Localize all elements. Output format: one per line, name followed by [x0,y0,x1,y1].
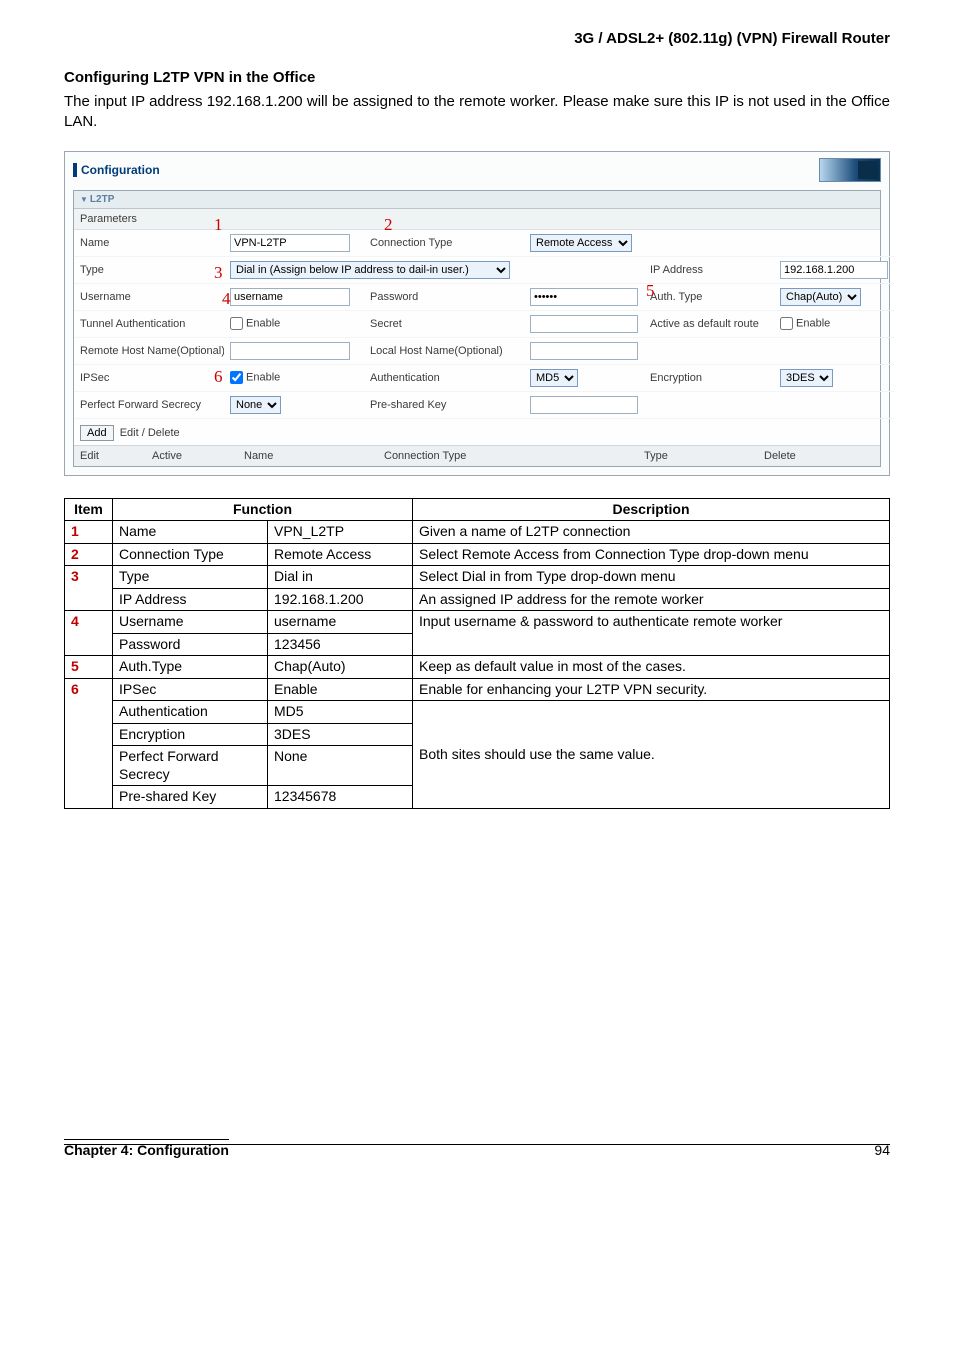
func-enc: Encryption [113,723,268,746]
item-6: 6 [65,678,113,808]
item-2: 2 [65,543,113,566]
desc-ipsec: Enable for enhancing your L2TP VPN secur… [413,678,890,701]
l2tp-section-header[interactable]: L2TP [74,191,880,209]
conn-type-select[interactable]: Remote Access [530,234,632,252]
item-5: 5 [65,656,113,679]
func-psk: Pre-shared Key [113,786,268,809]
username-label: Username [74,283,224,310]
func-conn-val: Remote Access [268,543,413,566]
description-table: Item Function Description 1 Name VPN_L2T… [64,498,890,809]
authtype-select[interactable]: Chap(Auto) [780,288,861,306]
edit-delete-label: Edit / Delete [120,427,180,439]
desc-ip: An assigned IP address for the remote wo… [413,588,890,611]
remote-host-input[interactable] [230,342,350,360]
func-authn-val: MD5 [268,701,413,724]
tunnel-auth-enable-text: Enable [246,317,280,329]
func-conn: Connection Type [113,543,268,566]
func-pass: Password [113,633,268,656]
func-name: Name [113,521,268,544]
encryption-select[interactable]: 3DES [780,369,833,387]
parameters-label: Parameters [74,209,880,230]
secret-input[interactable] [530,315,638,333]
col-type: Type [638,446,758,466]
authtype-label: Auth. Type [644,283,774,310]
col-function: Function [113,498,413,521]
ipsec-enable-text: Enable [246,371,280,383]
desc-user: Input username & password to authenticat… [413,611,890,656]
psk-input[interactable] [530,396,638,414]
func-pfs: Perfect Forward Secrecy [113,746,268,786]
document-title: 3G / ADSL2+ (802.11g) (VPN) Firewall Rou… [64,30,890,47]
type-label: Type [74,256,224,283]
conn-type-label: Connection Type [364,230,524,257]
config-form-table: Name Connection Type Remote Access Type … [74,230,894,419]
item-1: 1 [65,521,113,544]
func-authn: Authentication [113,701,268,724]
password-label: Password [364,283,524,310]
func-user: Username [113,611,268,634]
func-auth: Auth.Type [113,656,268,679]
func-ip: IP Address [113,588,268,611]
col-conn: Connection Type [378,446,638,466]
func-pass-val: 123456 [268,633,413,656]
authn-label: Authentication [364,364,524,391]
brand-logo [819,158,881,182]
name-input[interactable] [230,234,350,252]
type-select[interactable]: Dial in (Assign below IP address to dail… [230,261,510,279]
col-edit: Edit [74,446,146,466]
encryption-label: Encryption [644,364,774,391]
func-auth-val: Chap(Auto) [268,656,413,679]
ipsec-checkbox[interactable] [230,371,243,384]
pfs-select[interactable]: None [230,396,281,414]
remote-host-label: Remote Host Name(Optional) [74,337,224,364]
footer-page-number: 94 [874,1142,890,1158]
func-ipsec-val: Enable [268,678,413,701]
ip-label: IP Address [644,256,774,283]
pfs-label: Perfect Forward Secrecy [74,391,224,418]
password-input[interactable] [530,288,638,306]
username-input[interactable] [230,288,350,306]
default-route-enable-text: Enable [796,317,830,329]
desc-same-value: Both sites should use the same value. [413,701,890,809]
func-type-val: Dial in [268,566,413,589]
func-user-val: username [268,611,413,634]
default-route-checkbox[interactable] [780,317,793,330]
item-4: 4 [65,611,113,656]
desc-conn: Select Remote Access from Connection Typ… [413,543,890,566]
func-psk-val: 12345678 [268,786,413,809]
func-enc-val: 3DES [268,723,413,746]
func-name-val: VPN_L2TP [268,521,413,544]
func-pfs-val: None [268,746,413,786]
tunnel-auth-checkbox[interactable] [230,317,243,330]
default-route-label: Active as default route [644,310,774,337]
name-label: Name [74,230,224,257]
col-name: Name [238,446,378,466]
psk-label: Pre-shared Key [364,391,524,418]
item-3: 3 [65,566,113,611]
config-screenshot: Configuration L2TP Parameters 1 2 3 4 5 … [64,151,890,476]
config-title: Configuration [73,163,160,177]
authn-select[interactable]: MD5 [530,369,578,387]
ipsec-label: IPSec [74,364,224,391]
ip-input[interactable] [780,261,888,279]
desc-type: Select Dial in from Type drop-down menu [413,566,890,589]
desc-name: Given a name of L2TP connection [413,521,890,544]
func-type: Type [113,566,268,589]
local-host-label: Local Host Name(Optional) [364,337,524,364]
add-button[interactable]: Add [80,425,114,441]
list-header-row: Edit Active Name Connection Type Type De… [74,445,880,466]
desc-auth: Keep as default value in most of the cas… [413,656,890,679]
func-ipsec: IPSec [113,678,268,701]
tunnel-auth-label: Tunnel Authentication [74,310,224,337]
col-active: Active [146,446,238,466]
func-ip-val: 192.168.1.200 [268,588,413,611]
col-description: Description [413,498,890,521]
col-delete: Delete [758,446,880,466]
intro-paragraph: The input IP address 192.168.1.200 will … [64,92,890,133]
local-host-input[interactable] [530,342,638,360]
secret-label: Secret [364,310,524,337]
col-item: Item [65,498,113,521]
section-heading: Configuring L2TP VPN in the Office [64,69,890,86]
footer-chapter: Chapter 4: Configuration [64,1139,229,1158]
